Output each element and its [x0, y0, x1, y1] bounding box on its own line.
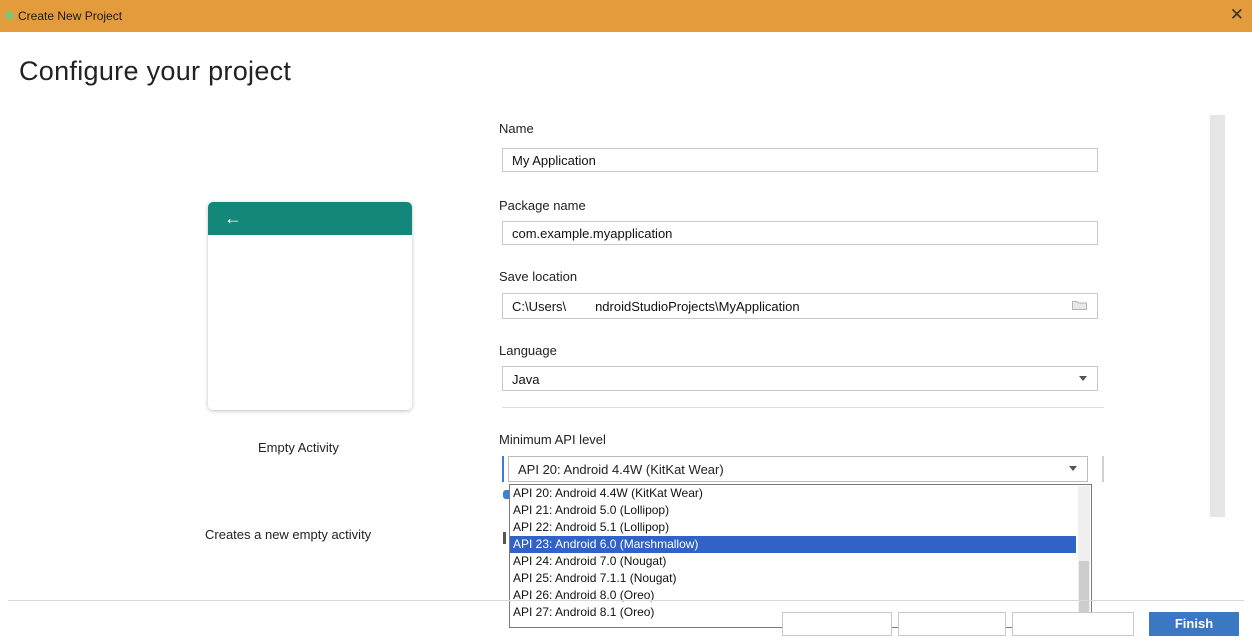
- window-titlebar: Create New Project ✕: [0, 0, 1252, 32]
- name-input[interactable]: [502, 148, 1098, 172]
- footer-divider: [8, 600, 1244, 601]
- api-option[interactable]: API 22: Android 5.1 (Lollipop): [510, 519, 1076, 536]
- min-api-select[interactable]: API 20: Android 4.4W (KitKat Wear): [508, 456, 1088, 482]
- help-button[interactable]: [782, 612, 892, 636]
- api-option[interactable]: API 24: Android 7.0 (Nougat): [510, 553, 1076, 570]
- package-name-label: Package name: [499, 198, 586, 213]
- min-api-label: Minimum API level: [499, 432, 606, 447]
- finish-button-label: Finish: [1174, 616, 1214, 631]
- min-api-value: API 20: Android 4.4W (KitKat Wear): [518, 462, 724, 477]
- template-description: Creates a new empty activity: [205, 527, 372, 542]
- api-option[interactable]: API 21: Android 5.0 (Lollipop): [510, 502, 1076, 519]
- checkbox-partial: [503, 532, 506, 544]
- save-location-label: Save location: [499, 269, 578, 284]
- close-icon[interactable]: ✕: [1230, 5, 1244, 25]
- language-value: Java: [512, 372, 540, 387]
- save-location-value: C:\Users\ ndroidStudioProjects\MyApplica…: [512, 299, 800, 314]
- template-preview: ←: [208, 202, 412, 410]
- divider: [502, 407, 1104, 408]
- language-select[interactable]: Java: [502, 366, 1098, 391]
- language-label: Language: [499, 343, 557, 358]
- name-label: Name: [499, 121, 534, 136]
- api-option-highlighted[interactable]: API 23: Android 6.0 (Marshmallow): [510, 536, 1076, 553]
- finish-button[interactable]: Finish: [1149, 612, 1239, 636]
- api-option[interactable]: API 26: Android 8.0 (Oreo): [510, 587, 1076, 604]
- save-location-field[interactable]: C:\Users\ ndroidStudioProjects\MyApplica…: [502, 293, 1098, 319]
- cancel-button[interactable]: [1012, 612, 1134, 636]
- preview-toolbar: ←: [208, 202, 412, 235]
- chevron-down-icon: [1079, 376, 1087, 381]
- template-name: Empty Activity: [258, 440, 339, 455]
- folder-icon[interactable]: [1072, 300, 1087, 310]
- page-title: Configure your project: [19, 56, 292, 86]
- focus-indicator: [502, 456, 504, 482]
- api-option[interactable]: API 25: Android 7.1.1 (Nougat): [510, 570, 1076, 587]
- window-title: Create New Project: [18, 9, 123, 23]
- package-name-input[interactable]: [502, 221, 1098, 245]
- chevron-down-icon: [1069, 466, 1077, 471]
- previous-button[interactable]: [898, 612, 1006, 636]
- field-edge: [1102, 456, 1104, 482]
- min-api-dropdown-list[interactable]: API 20: Android 4.4W (KitKat Wear) API 2…: [509, 484, 1092, 628]
- api-option[interactable]: API 20: Android 4.4W (KitKat Wear): [510, 485, 1076, 502]
- page-scrollbar[interactable]: [1210, 115, 1225, 517]
- back-arrow-icon: ←: [224, 208, 242, 228]
- app-icon: [6, 12, 13, 19]
